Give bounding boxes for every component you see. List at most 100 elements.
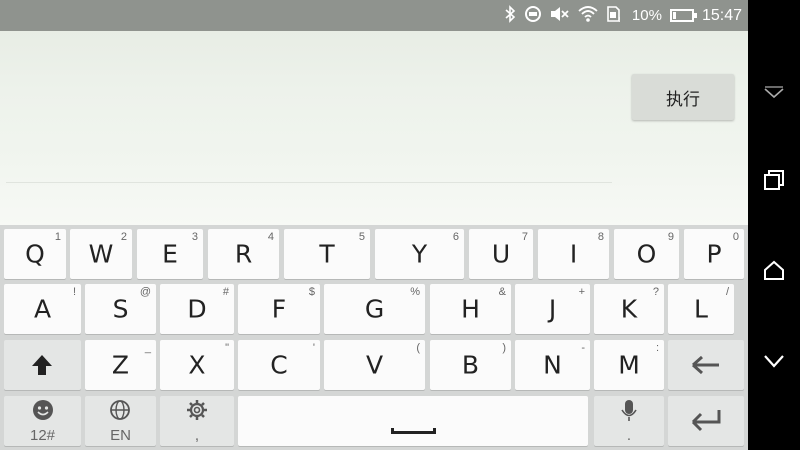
key-hint: & — [498, 286, 506, 298]
key-d[interactable]: D # — [160, 284, 234, 334]
globe-icon — [110, 400, 130, 420]
battery-percent: 10% — [631, 7, 662, 24]
key-label: Q — [25, 239, 45, 269]
key-m[interactable]: M: — [594, 340, 664, 390]
key-label: U — [491, 239, 511, 269]
key-hint: / — [725, 286, 729, 298]
soft-keyboard: Q 1 W 2 E 3 R 4 T 5 Y 6 U 7 I 8 O 9 P 0 A! S @ D # F $ G% H & J + K? L / Z _… — [0, 225, 748, 450]
key-hint: ! — [72, 286, 76, 298]
key-hint: ' — [312, 342, 315, 354]
key-label: J — [548, 294, 557, 324]
key-label: C — [270, 350, 288, 380]
home-icon — [764, 260, 784, 280]
key-p[interactable]: P0 — [684, 229, 744, 279]
key-v[interactable]: V( — [324, 340, 425, 390]
key-hint: : — [655, 342, 659, 354]
key-i[interactable]: I8 — [538, 229, 609, 279]
recent-apps-icon — [764, 170, 784, 190]
hide-keyboard-button[interactable] — [748, 68, 800, 118]
key-hint: # — [222, 286, 229, 298]
settings-key[interactable]: , — [160, 396, 234, 446]
key-j[interactable]: J + — [515, 284, 590, 334]
key-e[interactable]: E3 — [137, 229, 203, 279]
key-hint: 0 — [732, 231, 739, 243]
key-label: K — [620, 294, 638, 324]
key-label: X — [188, 350, 206, 380]
recent-apps-button[interactable] — [748, 155, 800, 205]
key-q[interactable]: Q1 — [4, 229, 66, 279]
key-w[interactable]: W2 — [70, 229, 132, 279]
shift-arrow-icon — [32, 355, 52, 375]
key-hint: 6 — [452, 231, 459, 243]
key-label: A — [33, 294, 52, 324]
backspace-key[interactable] — [668, 340, 744, 390]
key-hint: ) — [502, 342, 506, 354]
key-label: S — [112, 294, 129, 324]
key-label: P — [706, 239, 722, 269]
voice-key[interactable]: . — [594, 396, 664, 446]
bluetooth-icon — [504, 4, 516, 27]
key-b[interactable]: B) — [430, 340, 511, 390]
emoji-icon — [33, 400, 53, 420]
sim-icon: ! — [606, 5, 624, 27]
key-label: I — [569, 239, 578, 269]
key-r[interactable]: R4 — [208, 229, 279, 279]
key-l[interactable]: L / — [668, 284, 734, 334]
svg-text:!: ! — [618, 16, 621, 23]
key-label: W — [88, 239, 114, 269]
key-hint: 9 — [667, 231, 674, 243]
key-hint: ? — [652, 286, 659, 298]
key-hint: $ — [308, 286, 315, 298]
key-hint: 8 — [597, 231, 604, 243]
home-button[interactable] — [748, 245, 800, 295]
key-f[interactable]: F $ — [238, 284, 320, 334]
key-label: F — [271, 294, 287, 324]
key-c[interactable]: C ' — [238, 340, 320, 390]
symbols-key-label: 12# — [29, 427, 56, 444]
key-label: T — [319, 239, 335, 269]
key-hint: % — [410, 286, 420, 298]
key-t[interactable]: T5 — [284, 229, 370, 279]
language-key-label: EN — [110, 427, 131, 444]
symbols-key[interactable]: 12# — [4, 396, 81, 446]
chevron-down-icon — [764, 86, 784, 99]
key-u[interactable]: U7 — [469, 229, 533, 279]
status-bar: ! 10% 15:47 — [0, 0, 748, 31]
language-key[interactable]: EN — [85, 396, 156, 446]
key-label: Y — [411, 239, 428, 269]
key-o[interactable]: O9 — [614, 229, 679, 279]
key-label: E — [162, 239, 178, 269]
voice-key-label: . — [626, 427, 632, 444]
key-hint: _ — [144, 342, 151, 354]
key-k[interactable]: K? — [594, 284, 664, 334]
key-s[interactable]: S @ — [85, 284, 156, 334]
battery-icon — [669, 9, 697, 22]
back-button[interactable] — [748, 336, 800, 386]
key-hint: 4 — [267, 231, 274, 243]
sync-icon — [524, 5, 542, 27]
key-label: Z — [111, 350, 130, 380]
text-input-underline[interactable] — [6, 182, 612, 183]
key-label: M — [618, 350, 640, 380]
shift-key[interactable] — [4, 340, 81, 390]
key-a[interactable]: A! — [4, 284, 81, 334]
key-h[interactable]: H & — [430, 284, 511, 334]
key-hint: 1 — [54, 231, 61, 243]
key-hint: 3 — [191, 231, 198, 243]
key-n[interactable]: N- — [515, 340, 590, 390]
wifi-icon — [578, 5, 598, 27]
key-g[interactable]: G% — [324, 284, 425, 334]
key-y[interactable]: Y6 — [375, 229, 464, 279]
enter-key[interactable] — [668, 396, 744, 446]
key-hint: @ — [139, 286, 151, 298]
navigation-bar — [748, 0, 800, 450]
execute-button[interactable]: 执行 — [632, 74, 734, 120]
key-z[interactable]: Z _ — [85, 340, 156, 390]
key-label: O — [636, 239, 657, 269]
key-label: H — [461, 294, 480, 324]
key-x[interactable]: X " — [160, 340, 234, 390]
gear-icon — [187, 400, 207, 420]
space-key[interactable] — [238, 396, 588, 446]
key-hint: 5 — [358, 231, 365, 243]
app-content — [0, 31, 748, 225]
